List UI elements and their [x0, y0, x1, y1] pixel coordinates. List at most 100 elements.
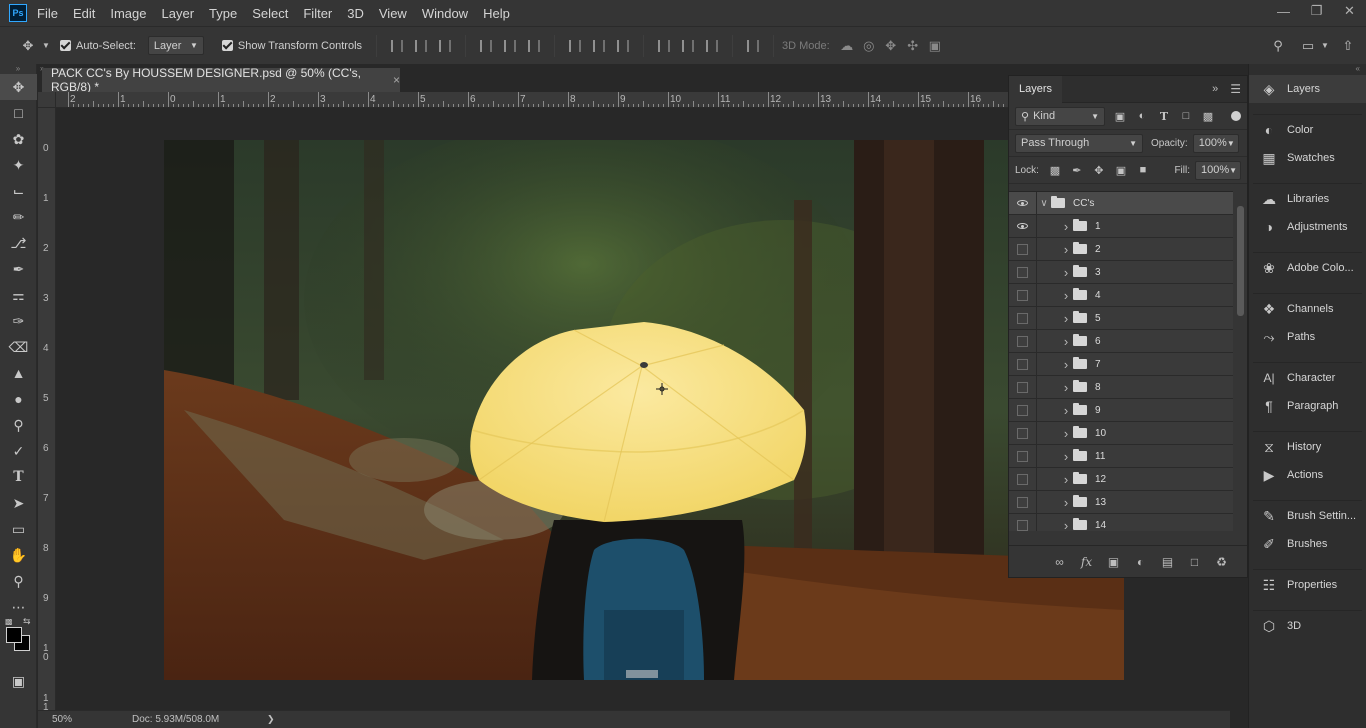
add-mask-icon[interactable]: ▣	[1100, 555, 1127, 569]
dock-item-history[interactable]: ⧖ History	[1249, 433, 1366, 461]
menu-view[interactable]: View	[379, 6, 407, 21]
align-bottom-icon[interactable]	[434, 36, 456, 56]
expand-group-chevron-icon[interactable]: ›	[1059, 334, 1073, 349]
panel-menu-icon[interactable]: ☰	[1230, 82, 1241, 96]
filter-type-icon[interactable]: T	[1153, 106, 1175, 126]
workspace-icon[interactable]: ▭	[1296, 34, 1320, 58]
expand-group-chevron-icon[interactable]: ›	[1059, 403, 1073, 418]
layer-row[interactable]: › 1	[1009, 214, 1233, 238]
align-top-icon[interactable]	[386, 36, 408, 56]
dock-item-actions[interactable]: ▶ Actions	[1249, 461, 1366, 489]
auto-select-checkbox[interactable]: Auto-Select:	[60, 40, 136, 52]
rectangle-tool-icon[interactable]: ▭	[0, 516, 37, 542]
hand-tool-icon[interactable]: ✋	[0, 542, 37, 568]
layer-row[interactable]: › 13	[1009, 490, 1233, 514]
layer-row[interactable]: › 12	[1009, 467, 1233, 491]
align-vcenter-icon[interactable]	[410, 36, 432, 56]
dock-item-paragraph[interactable]: ¶ Paragraph	[1249, 392, 1366, 420]
dock-item-adjustments[interactable]: ◑ Adjustments	[1249, 213, 1366, 241]
dodge-tool-icon[interactable]: ⚲	[0, 412, 37, 438]
tab-layers[interactable]: Layers	[1009, 75, 1063, 103]
lock-artboard-icon[interactable]: ▣	[1110, 160, 1132, 180]
filter-kind-dropdown[interactable]: ⚲ Kind ▼	[1015, 106, 1105, 126]
foreground-color[interactable]	[6, 627, 22, 643]
marquee-tool-icon[interactable]: □	[0, 100, 37, 126]
distribute-left-icon[interactable]	[653, 36, 675, 56]
dock-item-channels[interactable]: ❖ Channels	[1249, 295, 1366, 323]
tool-preset-chevron-icon[interactable]: ▼	[40, 34, 52, 58]
dock-item-paths[interactable]: ⤳ Paths	[1249, 323, 1366, 351]
ruler-origin[interactable]	[38, 92, 56, 108]
visibility-toggle[interactable]	[1009, 398, 1037, 422]
menu-edit[interactable]: Edit	[73, 6, 95, 21]
search-icon[interactable]: ⚲	[1266, 34, 1290, 58]
visibility-toggle[interactable]	[1009, 283, 1037, 307]
pen-tool-icon[interactable]: ✓	[0, 438, 37, 464]
lock-position-icon[interactable]: ✥	[1088, 160, 1110, 180]
transform-controls-checkbox[interactable]: Show Transform Controls	[221, 40, 362, 52]
layer-row[interactable]: › 14	[1009, 513, 1233, 532]
history-brush-tool-icon[interactable]: ✑	[0, 308, 37, 334]
expand-group-chevron-icon[interactable]: ›	[1059, 242, 1073, 257]
healing-brush-tool-icon[interactable]: ⎇	[0, 230, 37, 256]
layer-row[interactable]: › 2	[1009, 237, 1233, 261]
distribute-vcenter-icon[interactable]	[588, 36, 610, 56]
clone-stamp-tool-icon[interactable]: ⚎	[0, 282, 37, 308]
menu-help[interactable]: Help	[483, 6, 510, 21]
paint-bucket-tool-icon[interactable]: ▲	[0, 360, 37, 386]
auto-select-dropdown[interactable]: Layer ▼	[147, 36, 204, 55]
menu-image[interactable]: Image	[110, 6, 146, 21]
opacity-input[interactable]: 100% ▼	[1192, 133, 1239, 153]
distribute-top-icon[interactable]	[564, 36, 586, 56]
close-tab-icon[interactable]: ×	[393, 73, 400, 87]
quick-mask-icon[interactable]: ▣	[0, 668, 37, 694]
dock-item-color[interactable]: ◐ Color	[1249, 116, 1366, 144]
eraser-tool-icon[interactable]: ⌫	[0, 334, 37, 360]
delete-layer-icon[interactable]: ♻	[1208, 555, 1235, 569]
visibility-toggle[interactable]	[1009, 444, 1037, 468]
document-image[interactable]	[164, 140, 1124, 680]
menu-layer[interactable]: Layer	[162, 6, 195, 21]
dock-item-swatches[interactable]: ▦ Swatches	[1249, 144, 1366, 172]
default-colors-icon[interactable]: ▩	[5, 617, 13, 626]
expand-group-chevron-icon[interactable]: ›	[1059, 495, 1073, 510]
expand-group-chevron-icon[interactable]: ›	[1059, 518, 1073, 532]
fill-input[interactable]: 100% ▼	[1195, 160, 1241, 180]
dock-item-libraries[interactable]: ☁ Libraries	[1249, 185, 1366, 213]
expand-group-chevron-icon[interactable]: ›	[1059, 357, 1073, 372]
drag-3d-icon[interactable]: ✥	[880, 35, 902, 57]
restore-button[interactable]: ❐	[1300, 0, 1333, 22]
expand-group-chevron-icon[interactable]: ›	[1059, 288, 1073, 303]
visibility-toggle[interactable]	[1009, 260, 1037, 284]
layers-scrollbar[interactable]	[1236, 194, 1245, 529]
visibility-toggle[interactable]	[1009, 421, 1037, 445]
layer-row[interactable]: › 5	[1009, 306, 1233, 330]
dock-item-character[interactable]: A| Character	[1249, 364, 1366, 392]
dock-item-adobe-color[interactable]: ❀ Adobe Colo...	[1249, 254, 1366, 282]
collapse-group-chevron-icon[interactable]: ∨	[1037, 198, 1051, 209]
lock-all-icon[interactable]: ■	[1132, 160, 1154, 180]
swap-colors-icon[interactable]: ⇆	[23, 616, 31, 627]
menu-3d[interactable]: 3D	[347, 6, 364, 21]
menu-filter[interactable]: Filter	[303, 6, 332, 21]
document-tab[interactable]: PACK CC's By HOUSSEM DESIGNER.psd @ 50% …	[42, 66, 400, 94]
path-selection-tool-icon[interactable]: ➤	[0, 490, 37, 516]
visibility-toggle[interactable]	[1009, 192, 1037, 215]
new-group-icon[interactable]: ▤	[1154, 555, 1181, 569]
visibility-toggle[interactable]	[1009, 375, 1037, 399]
layer-group-row[interactable]: ∨ CC's	[1009, 192, 1233, 215]
filter-pixel-icon[interactable]: ▣	[1109, 106, 1131, 126]
horizontal-ruler[interactable]: 2 1 0 1 2 3 4 5 6 7 8 9 10 11 12 13 14 15 16	[56, 92, 1016, 108]
visibility-toggle[interactable]	[1009, 513, 1037, 531]
visibility-toggle[interactable]	[1009, 306, 1037, 330]
filter-adjustment-icon[interactable]: ◐	[1131, 106, 1153, 126]
zoom-level[interactable]: 50%	[38, 714, 98, 725]
expand-group-chevron-icon[interactable]: ›	[1059, 449, 1073, 464]
adjustment-layer-icon[interactable]: ◐	[1127, 555, 1154, 569]
visibility-toggle[interactable]	[1009, 237, 1037, 261]
dock-item-brushes[interactable]: ✐ Brushes	[1249, 530, 1366, 558]
expand-group-chevron-icon[interactable]: ›	[1059, 380, 1073, 395]
distribute-bottom-icon[interactable]	[612, 36, 634, 56]
lasso-tool-icon[interactable]: ✿	[0, 126, 37, 152]
vertical-ruler[interactable]: 0 1 2 3 4 5 6 7 8 9 1 0 1 1	[38, 108, 56, 710]
